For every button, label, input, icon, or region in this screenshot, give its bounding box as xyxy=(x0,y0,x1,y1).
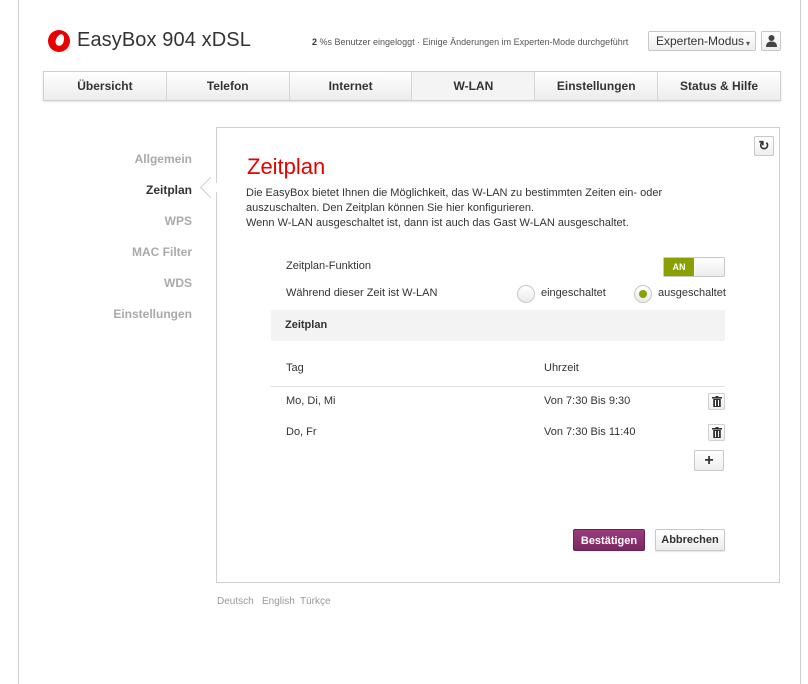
radio-ausgeschaltet-label: ausgeschaltet xyxy=(658,287,726,299)
language-link-deutsch[interactable]: Deutsch xyxy=(217,596,254,607)
trash-icon xyxy=(712,427,722,438)
tab-internet[interactable]: Internet xyxy=(290,72,413,100)
main-nav: Übersicht Telefon Internet W-LAN Einstel… xyxy=(43,71,781,101)
schedule-function-label: Zeitplan-Funktion xyxy=(286,260,371,272)
radio-eingeschaltet[interactable] xyxy=(517,285,535,303)
sidebar-item-mac-filter[interactable]: MAC Filter xyxy=(80,243,192,274)
user-icon xyxy=(766,35,777,47)
user-button[interactable] xyxy=(761,31,781,51)
sidebar-item-allgemein[interactable]: Allgemein xyxy=(80,150,192,181)
sidebar-item-einstellungen[interactable]: Einstellungen xyxy=(80,305,192,336)
tab-einstellungen[interactable]: Einstellungen xyxy=(535,72,659,100)
language-link-english[interactable]: English xyxy=(262,596,295,607)
sidebar-item-zeitplan[interactable]: Zeitplan xyxy=(80,181,192,212)
tab-status-hilfe[interactable]: Status & Hilfe xyxy=(658,72,780,100)
login-status-text: %s Benutzer eingeloggt · Einige Änderung… xyxy=(317,37,629,47)
trash-icon xyxy=(712,396,722,407)
radio-eingeschaltet-label: eingeschaltet xyxy=(541,287,606,299)
tab-telefon[interactable]: Telefon xyxy=(167,72,290,100)
radio-ausgeschaltet[interactable] xyxy=(634,285,652,303)
toggle-on-label: AN xyxy=(664,258,694,276)
app-title: EasyBox 904 xDSL xyxy=(77,29,251,51)
delete-row-2-button[interactable] xyxy=(708,424,725,441)
row-1-time: Von 7:30 Bis 9:30 xyxy=(544,395,631,407)
toggle-knob xyxy=(695,258,724,276)
vodafone-logo xyxy=(48,30,70,52)
refresh-icon: ↻ xyxy=(758,138,770,153)
intro-line-2: Wenn W-LAN ausgeschaltet ist, dann ist a… xyxy=(246,217,629,229)
tab-wlan[interactable]: W-LAN xyxy=(412,72,536,100)
add-schedule-button[interactable]: + xyxy=(694,450,724,471)
row-1-day: Mo, Di, Mi xyxy=(286,395,336,407)
tab-uebersicht[interactable]: Übersicht xyxy=(44,72,167,100)
column-header-time: Uhrzeit xyxy=(544,362,579,374)
sidebar: Allgemein Zeitplan WPS MAC Filter WDS Ei… xyxy=(80,150,192,336)
schedule-function-toggle[interactable]: AN xyxy=(663,257,725,277)
sidebar-item-wps[interactable]: WPS xyxy=(80,212,192,243)
table-divider xyxy=(271,386,725,387)
intro-line-1: Die EasyBox bietet Ihnen die Möglichkeit… xyxy=(246,187,663,214)
plus-icon: + xyxy=(704,452,714,469)
mode-select-value: Experten-Modus xyxy=(656,34,745,48)
wlan-during-label: Während dieser Zeit ist W-LAN xyxy=(286,287,438,299)
row-2-day: Do, Fr xyxy=(286,426,317,438)
reset-button[interactable]: ↻ xyxy=(754,136,774,156)
language-link-tuerkce[interactable]: Türkçe xyxy=(300,596,331,607)
intro-text: Die EasyBox bietet Ihnen die Möglichkeit… xyxy=(246,186,716,231)
row-2-time: Von 7:30 Bis 11:40 xyxy=(544,426,636,438)
delete-row-1-button[interactable] xyxy=(708,393,725,410)
chevron-down-icon: ▾ xyxy=(745,39,750,48)
schedule-section-header: Zeitplan xyxy=(271,310,725,341)
sidebar-item-wds[interactable]: WDS xyxy=(80,274,192,305)
cancel-button[interactable]: Abbrechen xyxy=(655,529,725,551)
page-title: Zeitplan xyxy=(247,154,326,179)
mode-select[interactable]: Experten-Modus ▾ xyxy=(648,31,756,51)
login-status: 2 %s Benutzer eingeloggt · Einige Änderu… xyxy=(312,37,628,47)
confirm-button[interactable]: Bestätigen xyxy=(573,529,645,551)
column-header-day: Tag xyxy=(286,362,304,374)
